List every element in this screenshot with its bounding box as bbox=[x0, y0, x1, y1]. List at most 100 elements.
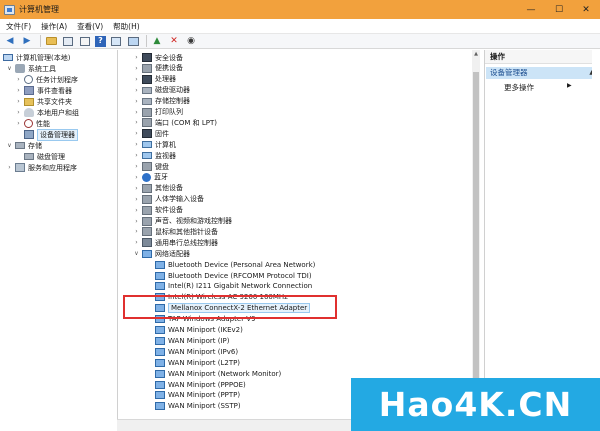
category-software-devices[interactable]: › 软件设备 bbox=[133, 205, 183, 216]
category-label: 鼠标和其他指针设备 bbox=[155, 227, 218, 236]
collapse-chevron-icon[interactable]: › bbox=[133, 87, 140, 94]
tree-disk-management[interactable]: 磁盘管理 bbox=[24, 151, 65, 162]
minimize-button[interactable]: — bbox=[517, 0, 545, 19]
collapse-chevron-icon[interactable]: › bbox=[133, 152, 140, 159]
tree-label: 磁盘管理 bbox=[37, 152, 65, 161]
update-driver-icon[interactable]: ◉ bbox=[184, 35, 198, 48]
category-processors[interactable]: › 处理器 bbox=[133, 74, 176, 85]
collapse-chevron-icon[interactable]: › bbox=[133, 239, 140, 246]
properties-icon[interactable] bbox=[78, 35, 92, 48]
category-ports[interactable]: › 端口 (COM 和 LPT) bbox=[133, 117, 217, 128]
category-mice-pointing-devices[interactable]: › 鼠标和其他指针设备 bbox=[133, 226, 218, 237]
navigation-tree: 计算机管理(本地) ∨ 系统工具 › 任务计划程序 › 事件查看器 › 共享文件… bbox=[0, 50, 114, 431]
network-adapter-item[interactable]: WAN Miniport (Network Monitor) bbox=[155, 368, 281, 379]
collapse-chevron-icon[interactable]: › bbox=[133, 76, 140, 83]
expand-chevron-icon[interactable]: ∨ bbox=[6, 142, 13, 149]
menu-action[interactable]: 操作(A) bbox=[41, 21, 67, 32]
network-adapter-item[interactable]: Bluetooth Device (Personal Area Network) bbox=[155, 259, 315, 270]
collapse-chevron-icon[interactable]: › bbox=[15, 87, 22, 94]
tree-services-apps[interactable]: › 服务和应用程序 bbox=[6, 162, 77, 173]
network-adapter-item[interactable]: WAN Miniport (SSTP) bbox=[155, 401, 241, 412]
category-firmware[interactable]: › 固件 bbox=[133, 128, 169, 139]
category-usb-controllers[interactable]: › 通用串行总线控制器 bbox=[133, 237, 218, 248]
collapse-chevron-icon[interactable]: › bbox=[133, 98, 140, 105]
close-button[interactable]: ✕ bbox=[572, 0, 600, 19]
maximize-button[interactable]: ☐ bbox=[545, 0, 573, 19]
submenu-arrow-icon[interactable]: ▶ bbox=[567, 82, 572, 89]
category-print-queues[interactable]: › 打印队列 bbox=[133, 107, 183, 118]
network-adapter-item[interactable]: Intel(R) I211 Gigabit Network Connection bbox=[155, 281, 312, 292]
collapse-chevron-icon[interactable]: › bbox=[15, 120, 22, 127]
network-adapter-item[interactable]: Bluetooth Device (RFCOMM Protocol TDI) bbox=[155, 270, 312, 281]
actions-section[interactable]: 设备管理器 ▲ bbox=[486, 67, 600, 79]
tree-event-viewer[interactable]: › 事件查看器 bbox=[15, 85, 72, 96]
scan-hardware-icon[interactable] bbox=[126, 35, 140, 48]
network-adapter-item[interactable]: WAN Miniport (PPTP) bbox=[155, 390, 240, 401]
network-adapter-item[interactable]: WAN Miniport (IP) bbox=[155, 335, 229, 346]
network-adapter-item[interactable]: WAN Miniport (PPPOE) bbox=[155, 379, 246, 390]
up-folder-icon[interactable] bbox=[44, 35, 58, 48]
show-hide-tree-icon[interactable] bbox=[61, 35, 75, 48]
collapse-chevron-icon[interactable]: › bbox=[133, 65, 140, 72]
expand-chevron-icon[interactable]: ∨ bbox=[133, 250, 140, 257]
collapse-chevron-icon[interactable]: › bbox=[133, 109, 140, 116]
network-adapter-icon bbox=[155, 358, 165, 367]
back-arrow-icon[interactable]: ◀ bbox=[3, 35, 17, 48]
menu-view[interactable]: 查看(V) bbox=[77, 21, 103, 32]
collapse-chevron-icon[interactable]: › bbox=[133, 218, 140, 225]
enable-device-icon[interactable]: ▲ bbox=[150, 35, 164, 48]
collapse-chevron-icon[interactable]: › bbox=[133, 228, 140, 235]
more-actions-link[interactable]: 更多操作 bbox=[504, 82, 534, 93]
network-adapter-icon bbox=[155, 369, 165, 378]
collapse-chevron-icon[interactable]: › bbox=[133, 207, 140, 214]
collapse-chevron-icon[interactable]: › bbox=[133, 163, 140, 170]
collapse-chevron-icon[interactable]: › bbox=[15, 76, 22, 83]
tree-local-users[interactable]: › 本地用户和组 bbox=[15, 107, 79, 118]
category-network-adapters[interactable]: ∨ 网络适配器 bbox=[133, 248, 190, 259]
collapse-chevron-icon[interactable]: › bbox=[133, 196, 140, 203]
category-other-devices[interactable]: › 其他设备 bbox=[133, 183, 183, 194]
collapse-chevron-icon[interactable]: › bbox=[133, 174, 140, 181]
menu-file[interactable]: 文件(F) bbox=[6, 21, 31, 32]
collapse-chevron-icon[interactable]: › bbox=[133, 54, 140, 61]
collapse-chevron-icon[interactable]: › bbox=[133, 130, 140, 137]
network-adapter-item[interactable]: WAN Miniport (IPv6) bbox=[155, 346, 238, 357]
network-adapter-item[interactable]: WAN Miniport (L2TP) bbox=[155, 357, 240, 368]
collapse-chevron-icon[interactable]: › bbox=[133, 119, 140, 126]
collapse-chevron-icon[interactable]: › bbox=[133, 141, 140, 148]
collapse-chevron-icon[interactable]: › bbox=[15, 109, 22, 116]
forward-arrow-icon[interactable]: ▶ bbox=[20, 35, 34, 48]
tree-task-scheduler[interactable]: › 任务计划程序 bbox=[15, 74, 78, 85]
network-adapter-item[interactable]: WAN Miniport (IKEv2) bbox=[155, 325, 243, 336]
scroll-up-icon[interactable]: ▲ bbox=[472, 50, 480, 58]
console-view-icon[interactable] bbox=[109, 35, 123, 48]
tree-performance[interactable]: › 性能 bbox=[15, 118, 50, 129]
uninstall-device-icon[interactable]: ✕ bbox=[167, 35, 181, 48]
category-computer[interactable]: › 计算机 bbox=[133, 139, 176, 150]
help-icon[interactable]: ? bbox=[95, 35, 106, 47]
collapse-chevron-icon[interactable]: › bbox=[6, 164, 13, 171]
tree-device-manager[interactable]: 设备管理器 bbox=[15, 128, 78, 141]
tree-root[interactable]: 计算机管理(本地) bbox=[3, 52, 70, 63]
human-interface-devices-icon bbox=[142, 194, 152, 204]
category-label: 蓝牙 bbox=[154, 173, 168, 182]
category-human-interface-devices[interactable]: › 人体学输入设备 bbox=[133, 194, 204, 205]
category-monitors[interactable]: › 监视器 bbox=[133, 150, 176, 161]
menu-help[interactable]: 帮助(H) bbox=[113, 21, 140, 32]
device-tree-scrollbar[interactable]: ▲ bbox=[472, 50, 480, 419]
category-disk-drives[interactable]: › 磁盘驱动器 bbox=[133, 85, 190, 96]
tree-shared-folders[interactable]: › 共享文件夹 bbox=[15, 96, 72, 107]
category-keyboards[interactable]: › 键盘 bbox=[133, 161, 169, 172]
category-portable-devices[interactable]: › 便携设备 bbox=[133, 63, 183, 74]
category-storage-controllers[interactable]: › 存储控制器 bbox=[133, 96, 190, 107]
category-sound-video-game-controllers[interactable]: › 声音、视频和游戏控制器 bbox=[133, 216, 232, 227]
tree-system-tools[interactable]: ∨ 系统工具 bbox=[6, 63, 56, 74]
collapse-chevron-icon[interactable]: › bbox=[133, 185, 140, 192]
collapse-chevron-icon[interactable]: › bbox=[15, 98, 22, 105]
category-security-devices[interactable]: › 安全设备 bbox=[133, 52, 183, 63]
category-label: 处理器 bbox=[155, 75, 176, 84]
expand-chevron-icon[interactable]: ∨ bbox=[6, 65, 13, 72]
category-bluetooth[interactable]: › 蓝牙 bbox=[133, 172, 168, 183]
scroll-thumb[interactable] bbox=[473, 72, 479, 384]
tree-storage[interactable]: ∨ 存储 bbox=[6, 140, 42, 151]
